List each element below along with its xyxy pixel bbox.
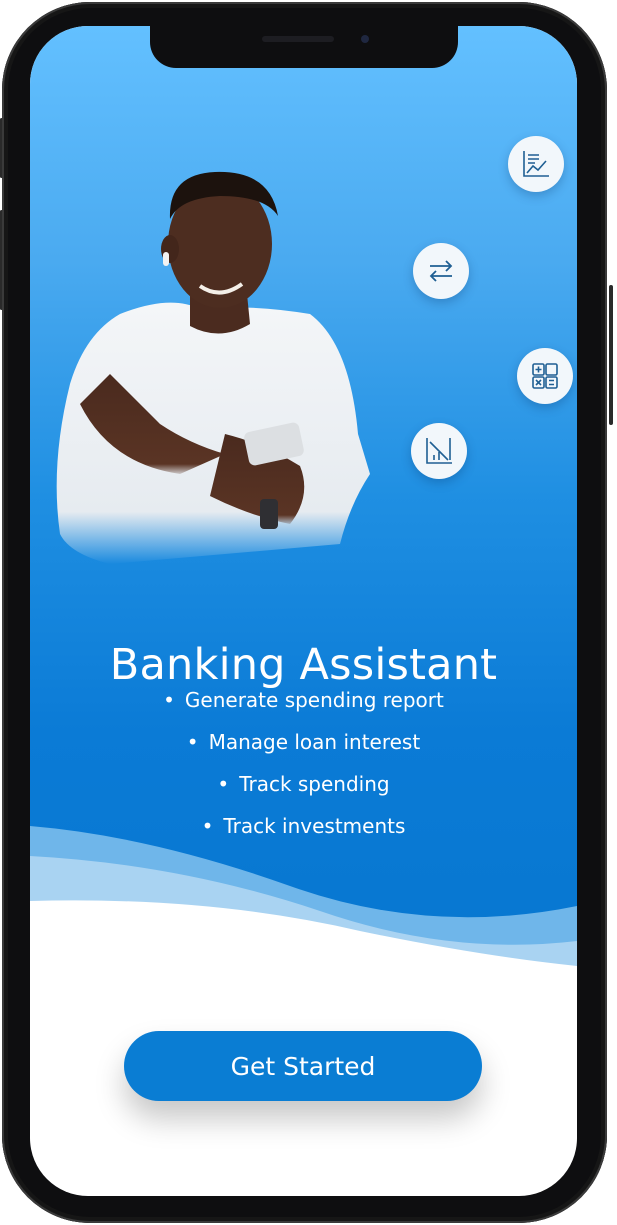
loan-calculator-button[interactable] [517,348,573,404]
list-item: Manage loan interest [30,730,577,772]
speaker-grille [262,36,334,42]
get-started-button[interactable]: Get Started [124,1031,482,1101]
phone-mockup: Banking Assistant Generate spending repo… [0,0,617,1225]
investments-button[interactable] [411,423,467,479]
wave-divider [30,826,577,986]
hero-person-illustration [56,171,371,564]
phone-notch [150,26,458,68]
page-title: Banking Assistant [109,639,498,690]
list-item: Track spending [30,772,577,814]
transfer-arrows-icon [429,260,453,282]
phone-screen: Banking Assistant Generate spending repo… [30,26,577,1196]
side-button-power [609,285,613,425]
transfer-button[interactable] [413,243,469,299]
front-camera [361,35,369,43]
calculator-grid-icon [532,363,558,389]
spending-report-button[interactable] [508,136,564,192]
list-item: Generate spending report [30,688,577,730]
declining-chart-icon [426,438,452,464]
line-chart-report-icon [523,151,549,177]
